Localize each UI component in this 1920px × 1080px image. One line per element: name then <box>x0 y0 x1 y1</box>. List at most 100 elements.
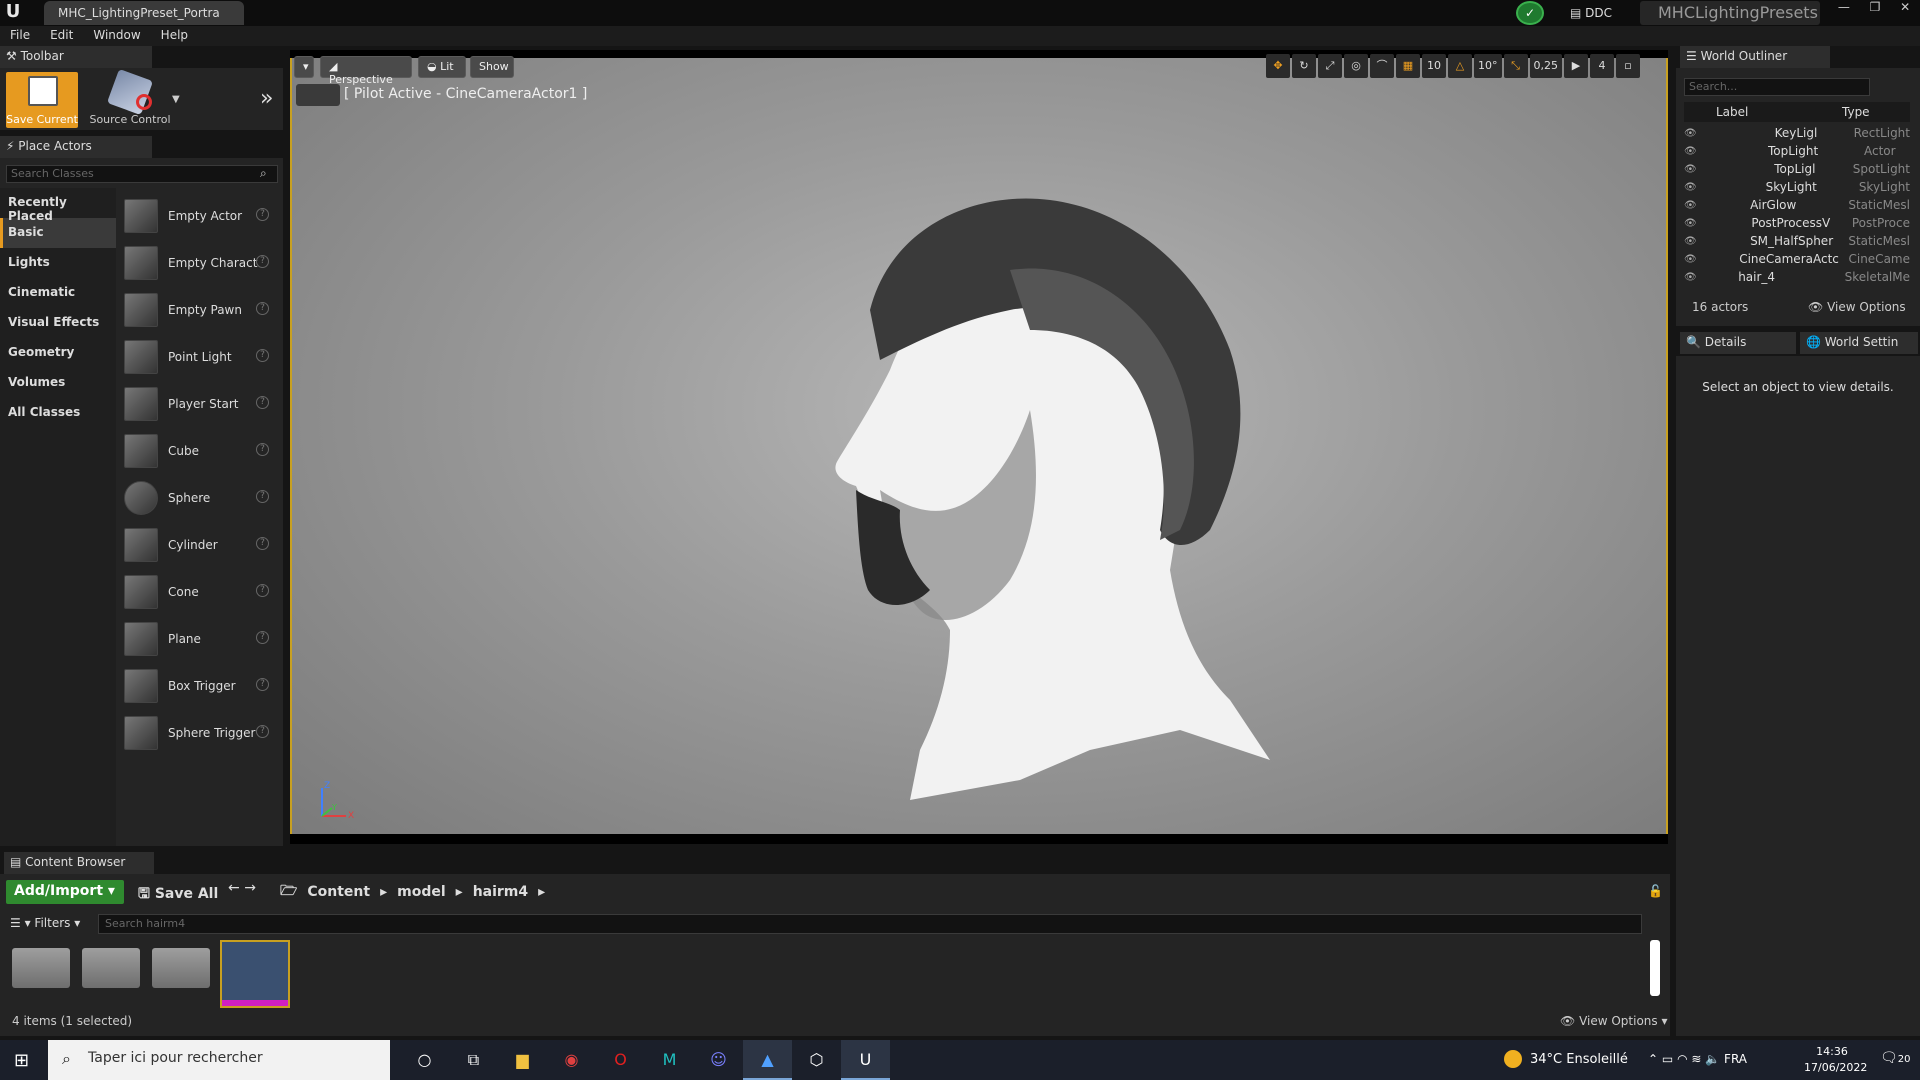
chevron-right-icon[interactable]: ▸ <box>456 884 463 900</box>
actor-item[interactable]: Sphere? <box>118 474 283 521</box>
actor-item[interactable]: Empty Charact? <box>118 239 283 286</box>
language-indicator[interactable]: FRA <box>1724 1052 1747 1066</box>
folder-tile[interactable] <box>82 948 140 988</box>
visibility-eye-icon[interactable]: 👁 <box>1684 254 1697 265</box>
world-outliner-tab[interactable]: ☰ World Outliner <box>1680 46 1830 68</box>
content-view-options[interactable]: 👁 View Options ▾ <box>1560 1014 1668 1028</box>
translate-icon[interactable]: ✥ <box>1266 54 1290 78</box>
unreal-taskbar-icon[interactable]: U <box>841 1040 890 1080</box>
rotation-snap-icon[interactable]: △ <box>1448 54 1472 78</box>
outliner-row[interactable]: 👁 CineCameraActc CineCame <box>1684 250 1910 268</box>
maximize-viewport-icon[interactable]: ▫ <box>1616 54 1640 78</box>
scale-snap-value[interactable]: 0,25 <box>1529 54 1562 78</box>
help-icon[interactable]: ? <box>256 537 269 550</box>
level-asset-thumbnail[interactable] <box>220 940 290 1008</box>
help-icon[interactable]: ? <box>256 302 269 315</box>
rotation-snap-value[interactable]: 10° <box>1474 54 1502 78</box>
folder-tile[interactable] <box>152 948 210 988</box>
toolbar-tab[interactable]: ⚒ Toolbar <box>0 46 152 68</box>
chevron-right-icon[interactable]: ▸ <box>538 884 545 900</box>
breadcrumb-content[interactable]: Content <box>307 884 370 900</box>
photos-icon[interactable]: ▲ <box>743 1040 792 1080</box>
restore-icon[interactable]: ❐ <box>1870 0 1881 16</box>
filters-button[interactable]: ☰ ▾ Filters ▾ <box>10 916 80 930</box>
chevron-up-icon[interactable]: ⌃ <box>1648 1052 1658 1066</box>
category-volumes[interactable]: Volumes <box>0 368 116 398</box>
help-icon[interactable]: ? <box>256 725 269 738</box>
search-icon[interactable]: ⌕ <box>260 166 267 181</box>
actor-item[interactable]: Empty Pawn? <box>118 286 283 333</box>
type-column-header[interactable]: Type <box>1838 102 1870 122</box>
save-current-button[interactable]: Save Current <box>6 72 78 128</box>
help-icon[interactable]: ? <box>256 631 269 644</box>
weather-widget[interactable]: 34°C Ensoleillé <box>1530 1052 1628 1067</box>
network-icon[interactable]: ◠ <box>1677 1052 1687 1066</box>
place-actors-tab[interactable]: ⚡ Place Actors <box>0 136 152 158</box>
details-tab[interactable]: 🔍 Details <box>1680 332 1796 354</box>
help-icon[interactable]: ? <box>256 443 269 456</box>
viewport-options-button[interactable]: ▾ <box>294 56 314 78</box>
outliner-row[interactable]: 👁 TopLigl SpotLight <box>1684 160 1910 178</box>
outliner-row[interactable]: 👁 PostProcessV PostProce <box>1684 214 1910 232</box>
actor-item[interactable]: Cone? <box>118 568 283 615</box>
actor-item[interactable]: Player Start? <box>118 380 283 427</box>
help-icon[interactable]: ? <box>256 208 269 221</box>
grid-snap-icon[interactable]: ▦ <box>1396 54 1420 78</box>
actor-item[interactable]: Sphere Trigger? <box>118 709 283 756</box>
lit-button[interactable]: ◒ Lit <box>418 56 466 78</box>
help-icon[interactable]: ? <box>256 584 269 597</box>
maya-icon[interactable]: M <box>645 1040 694 1080</box>
notifications-icon[interactable]: 🗨20 <box>1880 1050 1911 1066</box>
world-settings-tab[interactable]: 🌐 World Settin <box>1800 332 1918 354</box>
visibility-eye-icon[interactable]: 👁 <box>1684 218 1697 229</box>
battery-icon[interactable]: ▭ <box>1662 1052 1673 1066</box>
source-control-status-icon[interactable]: ✓ <box>1516 1 1544 25</box>
volume-icon[interactable]: 🔈 <box>1705 1052 1720 1066</box>
menu-edit[interactable]: Edit <box>40 26 83 46</box>
outliner-row[interactable]: 👁 AirGlow StaticMesl <box>1684 196 1910 214</box>
label-column-header[interactable]: Label <box>1708 102 1838 122</box>
category-all-classes[interactable]: All Classes <box>0 398 116 428</box>
category-geometry[interactable]: Geometry <box>0 338 116 368</box>
file-explorer-icon[interactable]: ▆ <box>498 1040 547 1080</box>
actor-item[interactable]: Cube? <box>118 427 283 474</box>
chevron-right-icon[interactable]: ▸ <box>380 884 387 900</box>
back-icon[interactable]: ← <box>228 880 240 896</box>
actor-item[interactable]: Empty Actor? <box>118 192 283 239</box>
actor-item[interactable]: Point Light? <box>118 333 283 380</box>
document-tab[interactable]: MHC_LightingPreset_Portra <box>44 1 244 25</box>
search-classes-input[interactable]: Search Classes <box>6 165 278 183</box>
source-control-button[interactable]: Source Control <box>84 68 176 128</box>
minimize-icon[interactable]: — <box>1838 0 1850 16</box>
outliner-row[interactable]: 👁 SM_HalfSpher StaticMesl <box>1684 232 1910 250</box>
breadcrumb-hairm4[interactable]: hairm4 <box>473 884 528 900</box>
unreal-logo-icon[interactable]: U <box>2 1 24 23</box>
windows-start-icon[interactable]: ⊞ <box>14 1050 29 1071</box>
outliner-row[interactable]: 👁 TopLight Actor <box>1684 142 1910 160</box>
visibility-eye-icon[interactable]: 👁 <box>1684 128 1697 139</box>
save-all-button[interactable]: 🖫 Save All <box>134 880 222 904</box>
discord-icon[interactable]: ☺ <box>694 1040 743 1080</box>
content-scrollbar[interactable] <box>1650 940 1660 996</box>
show-button[interactable]: Show <box>470 56 514 78</box>
visibility-eye-icon[interactable]: 👁 <box>1684 272 1697 283</box>
outliner-row[interactable]: 👁 KeyLigl RectLight <box>1684 124 1910 142</box>
outliner-row[interactable]: 👁 SkyLight SkyLight <box>1684 178 1910 196</box>
help-icon[interactable]: ? <box>256 678 269 691</box>
camera-speed-value[interactable]: 4 <box>1590 54 1614 78</box>
eject-pilot-icon[interactable] <box>296 84 340 106</box>
category-lights[interactable]: Lights <box>0 248 116 278</box>
category-visual-effects[interactable]: Visual Effects <box>0 308 116 338</box>
task-view-icon[interactable]: ⧉ <box>449 1040 498 1080</box>
category-cinematic[interactable]: Cinematic <box>0 278 116 308</box>
perspective-button[interactable]: ◢ Perspective <box>320 56 412 86</box>
visibility-eye-icon[interactable]: 👁 <box>1684 200 1697 211</box>
grid-snap-value[interactable]: 10 <box>1422 54 1446 78</box>
help-icon[interactable]: ? <box>256 490 269 503</box>
add-import-button[interactable]: Add/Import ▾ <box>6 880 124 904</box>
actor-item[interactable]: Plane? <box>118 615 283 662</box>
folder-tile[interactable] <box>12 948 70 988</box>
source-control-dropdown-icon[interactable]: ▼ <box>172 94 180 105</box>
category-recently-placed[interactable]: Recently Placed <box>0 188 116 223</box>
outliner-row[interactable]: 👁 hair_4 SkeletalMe <box>1684 268 1910 286</box>
